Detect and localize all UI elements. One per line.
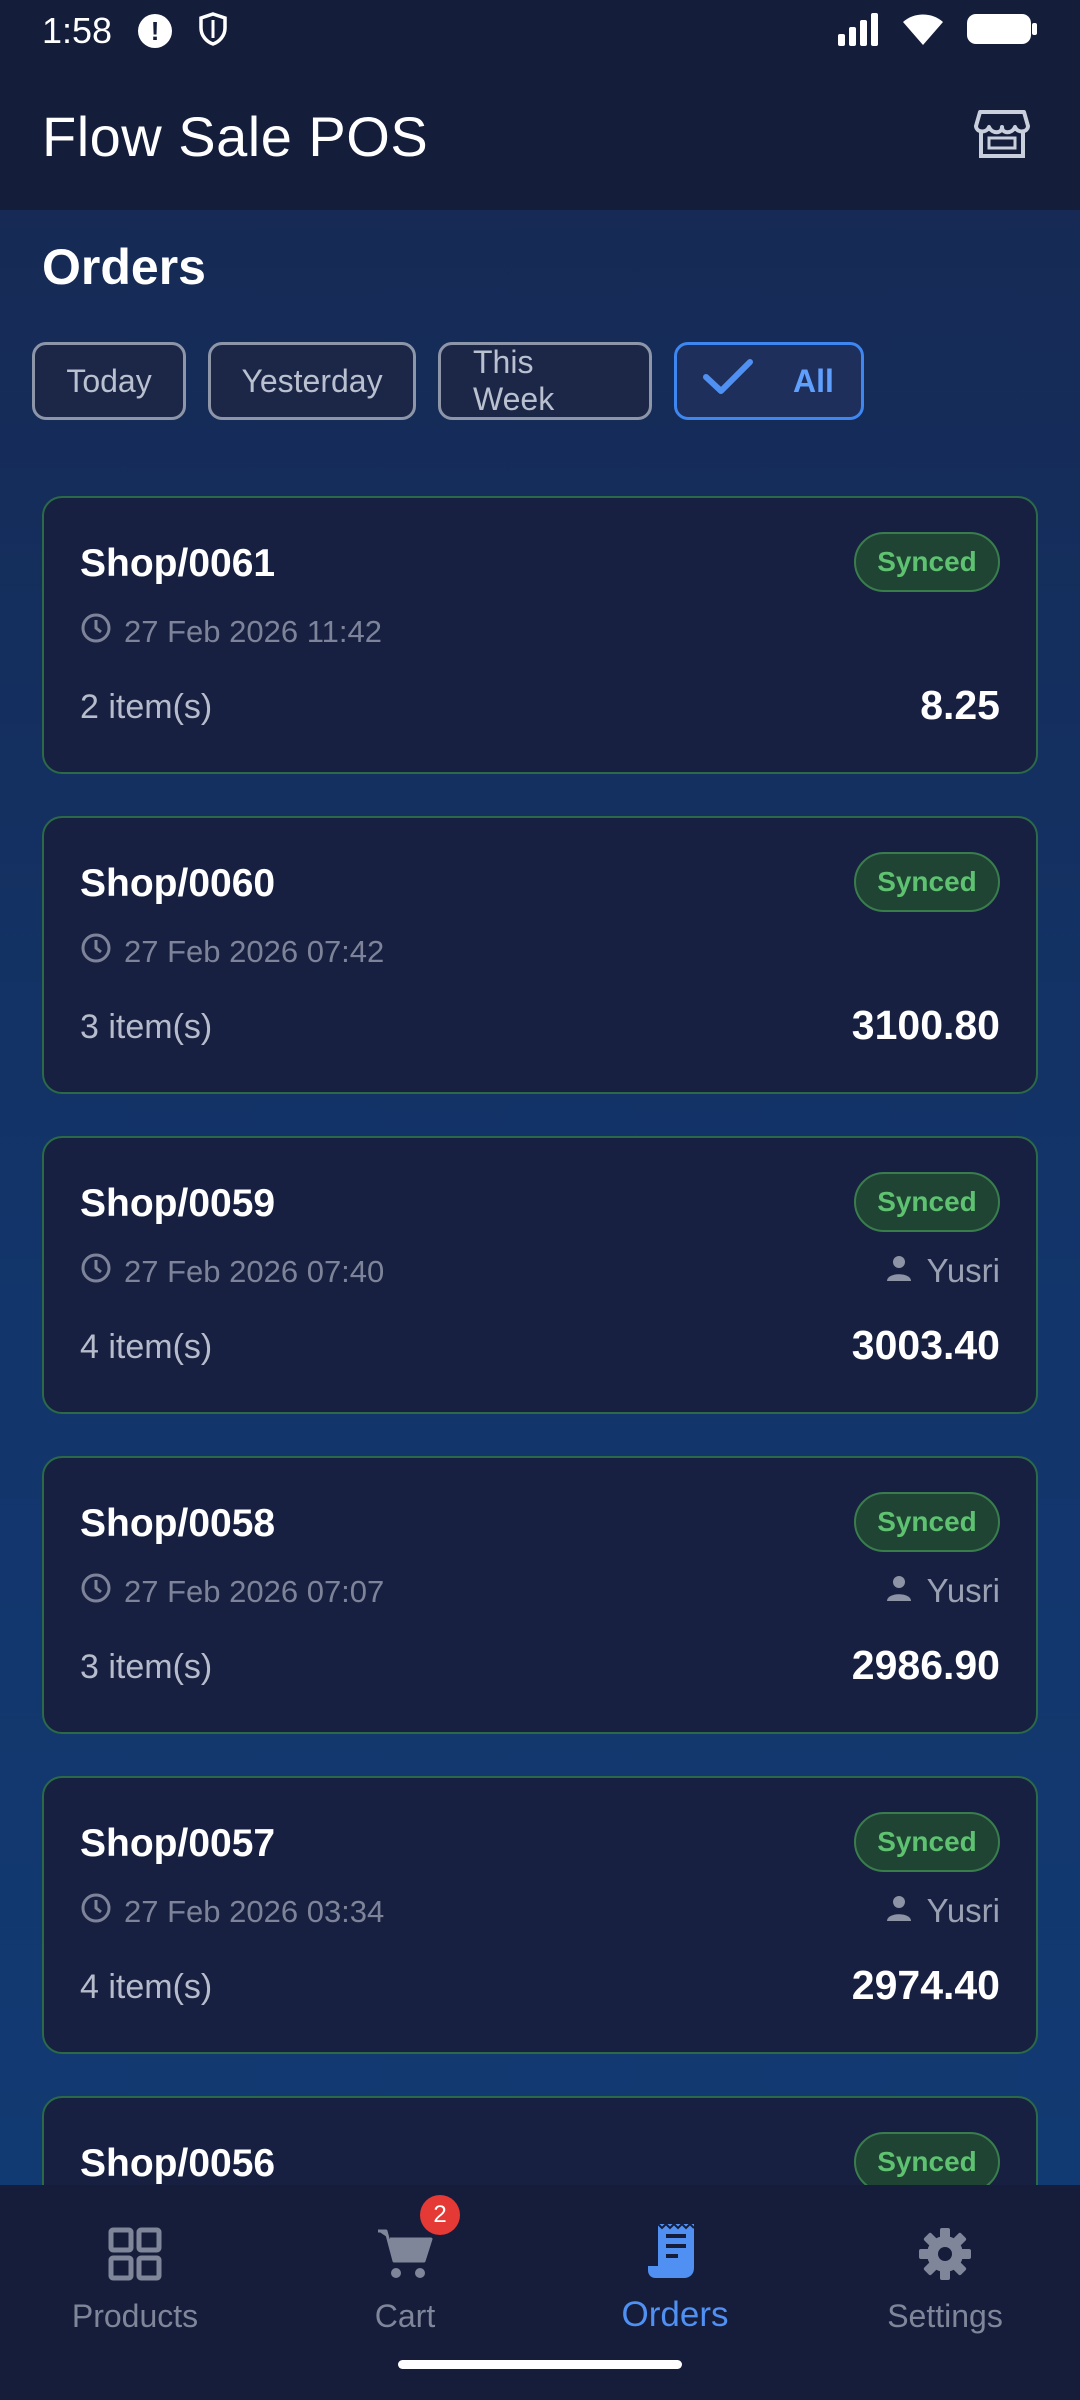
grid-icon [105, 2224, 165, 2284]
signal-icon [836, 12, 880, 51]
order-item-count: 4 item(s) [80, 1328, 213, 1366]
filter-today-chip[interactable]: Today [32, 342, 186, 420]
nav-products-label: Products [71, 2298, 199, 2334]
status-badge: Synced [854, 1492, 1000, 1552]
order-id: Shop/0057 [80, 1822, 276, 1865]
page-title: Orders [42, 239, 206, 295]
order-date: 27 Feb 2026 07:07 [80, 1572, 384, 1612]
order-user: Yusri [885, 1252, 1000, 1290]
order-item-count: 2 item(s) [80, 688, 213, 726]
store-button[interactable] [966, 100, 1038, 172]
order-id: Shop/0056 [80, 2142, 276, 2185]
clock-icon [80, 1892, 112, 1932]
order-user-name: Yusri [926, 1252, 1000, 1289]
order-total: 2974.40 [851, 1962, 1000, 2008]
order-id: Shop/0060 [80, 862, 276, 905]
status-time: 1:58 [42, 10, 113, 51]
store-icon [974, 108, 1030, 165]
order-date-text: 27 Feb 2026 03:34 [124, 1894, 385, 1929]
status-badge: Synced [854, 1172, 1000, 1232]
status-badge: Synced [854, 532, 1000, 592]
cart-icon [375, 2224, 435, 2284]
order-date-text: 27 Feb 2026 11:42 [124, 614, 382, 649]
order-total: 3100.80 [851, 1002, 1000, 1048]
nav-products[interactable]: Products [0, 2185, 270, 2335]
wifi-icon [902, 12, 944, 51]
clock-icon [80, 1252, 112, 1292]
order-user: Yusri [885, 1572, 1000, 1610]
order-item-count: 3 item(s) [80, 1648, 213, 1686]
clock-icon [80, 1572, 112, 1612]
filter-yesterday-chip[interactable]: Yesterday [208, 342, 416, 420]
nav-settings-label: Settings [887, 2298, 1003, 2334]
app-bar: Flow Sale POS [0, 62, 1080, 210]
order-card[interactable]: Shop/0061 Synced 27 Feb 2026 11:42 2 ite… [42, 496, 1038, 774]
order-id: Shop/0061 [80, 542, 276, 585]
app-title: Flow Sale POS [42, 104, 429, 168]
filter-this-week-chip[interactable]: This Week [438, 342, 652, 420]
order-date: 27 Feb 2026 03:34 [80, 1892, 384, 1932]
person-icon [885, 1252, 913, 1290]
order-user: Yusri [885, 1892, 1000, 1930]
order-card[interactable]: Shop/0060 Synced 27 Feb 2026 07:42 3 ite… [42, 816, 1038, 1094]
nav-orders[interactable]: Orders [540, 2185, 810, 2335]
order-date: 27 Feb 2026 07:40 [80, 1252, 384, 1292]
order-date-text: 27 Feb 2026 07:42 [124, 934, 385, 969]
order-card[interactable]: Shop/0057 Synced 27 Feb 2026 03:34 Yusri… [42, 1776, 1038, 2054]
person-icon [885, 1892, 913, 1930]
gear-icon [915, 2224, 975, 2284]
order-total: 3003.40 [851, 1322, 1000, 1368]
order-date: 27 Feb 2026 07:42 [80, 932, 384, 972]
status-badge: Synced [854, 1812, 1000, 1872]
order-card[interactable]: Shop/0056 Synced [42, 2096, 1038, 2185]
order-date-text: 27 Feb 2026 07:40 [124, 1254, 385, 1289]
home-indicator[interactable] [398, 2360, 682, 2369]
status-bar: 1:58 ! [0, 0, 1080, 62]
order-total: 8.25 [920, 682, 1000, 728]
order-date: 27 Feb 2026 11:42 [80, 612, 382, 652]
chip-label: All [793, 362, 834, 399]
order-date-text: 27 Feb 2026 07:07 [124, 1574, 385, 1609]
order-list[interactable]: Shop/0061 Synced 27 Feb 2026 11:42 2 ite… [42, 496, 1038, 2185]
order-user-name: Yusri [926, 1892, 1000, 1929]
filter-all-chip[interactable]: All [674, 342, 864, 420]
shield-icon [198, 11, 228, 51]
cart-count-badge: 2 [420, 2195, 460, 2235]
alert-icon: ! [138, 14, 173, 48]
order-id: Shop/0058 [80, 1502, 276, 1545]
chip-label: This Week [473, 344, 555, 417]
chip-label: Yesterday [241, 362, 383, 399]
order-card[interactable]: Shop/0059 Synced 27 Feb 2026 07:40 Yusri… [42, 1136, 1038, 1414]
clock-icon [80, 612, 112, 652]
receipt-icon [645, 2221, 705, 2281]
orders-screen[interactable]: Orders Today Yesterday This Week All Sho… [0, 210, 1080, 2185]
nav-settings[interactable]: Settings [810, 2185, 1080, 2335]
order-id: Shop/0059 [80, 1182, 276, 1225]
nav-cart-label: Cart [374, 2298, 436, 2334]
status-badge: Synced [854, 2132, 1000, 2185]
status-badge: Synced [854, 852, 1000, 912]
order-total: 2986.90 [851, 1642, 1000, 1688]
clock-icon [80, 932, 112, 972]
order-user-name: Yusri [926, 1572, 1000, 1609]
battery-icon [966, 12, 1038, 51]
date-filter-chips: Today Yesterday This Week All [32, 342, 864, 420]
order-item-count: 4 item(s) [80, 1968, 213, 2006]
person-icon [885, 1572, 913, 1610]
order-item-count: 3 item(s) [80, 1008, 213, 1046]
check-icon [703, 358, 753, 404]
nav-orders-label: Orders [621, 2295, 729, 2334]
order-card[interactable]: Shop/0058 Synced 27 Feb 2026 07:07 Yusri… [42, 1456, 1038, 1734]
chip-label: Today [66, 362, 152, 399]
nav-cart[interactable]: 2 Cart [270, 2185, 540, 2335]
